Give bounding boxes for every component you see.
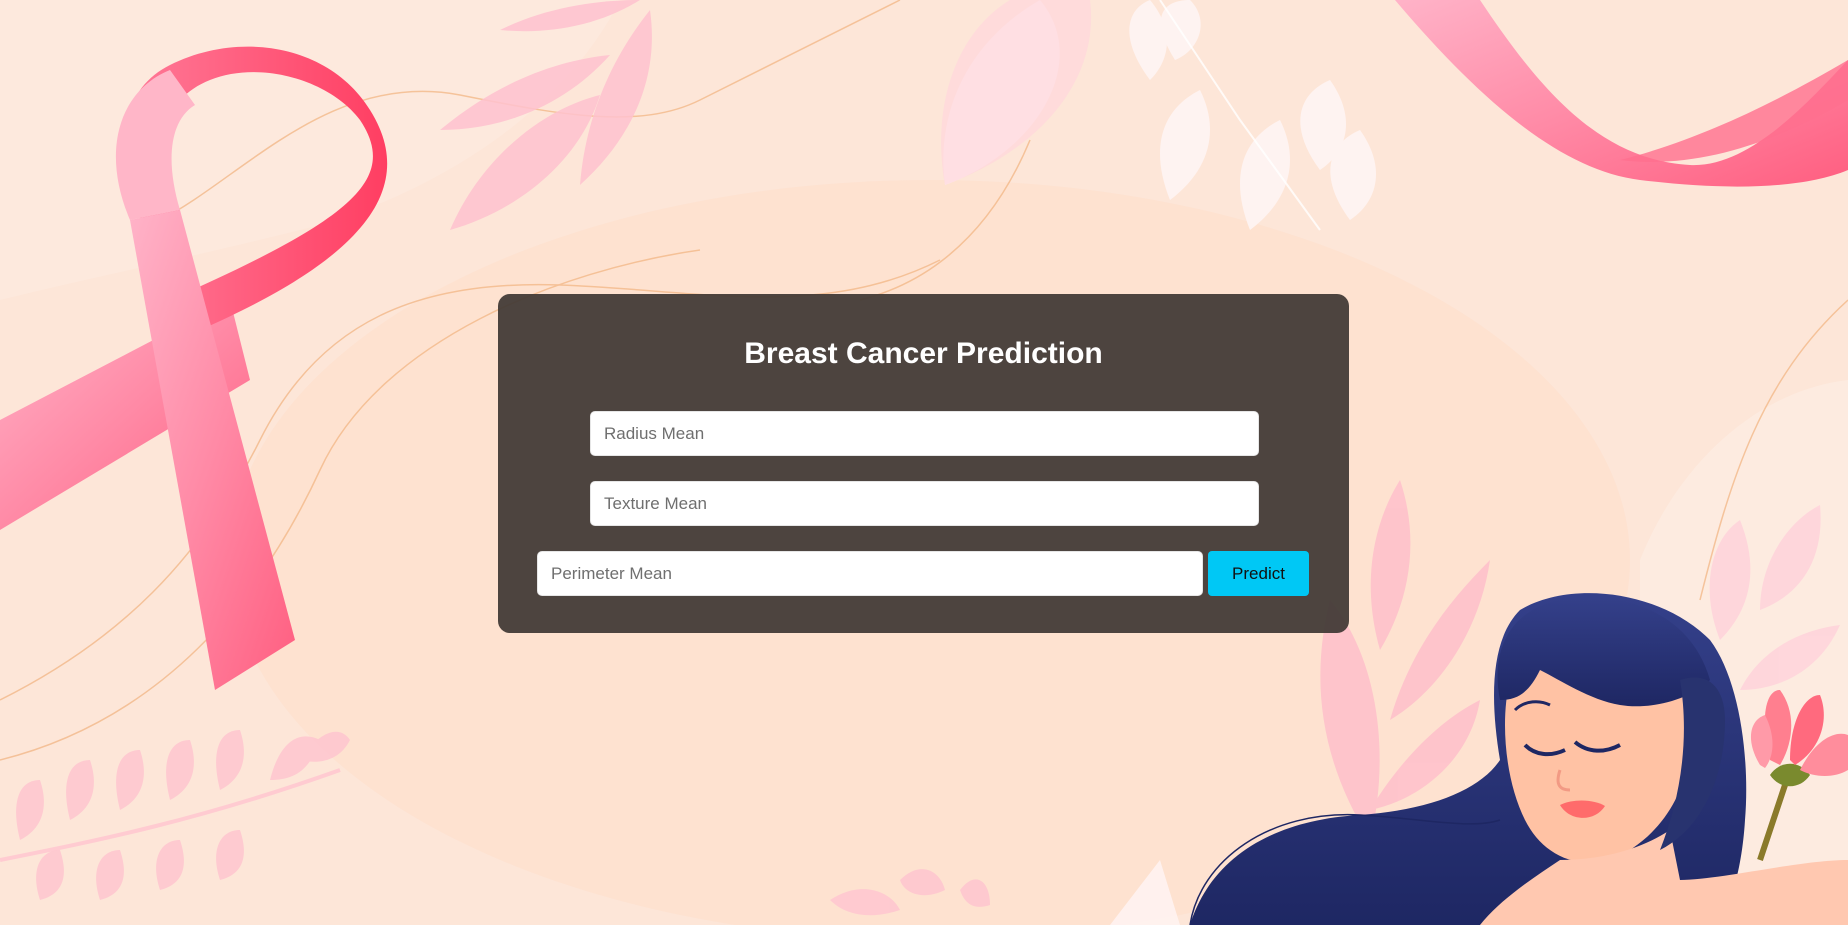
perimeter-mean-input[interactable] (537, 551, 1203, 596)
texture-mean-input[interactable] (590, 481, 1259, 526)
form-title: Breast Cancer Prediction (744, 337, 1103, 370)
radius-mean-input[interactable] (590, 411, 1259, 456)
prediction-form-card: Breast Cancer Prediction Predict (498, 294, 1349, 633)
predict-button[interactable]: Predict (1208, 551, 1309, 596)
